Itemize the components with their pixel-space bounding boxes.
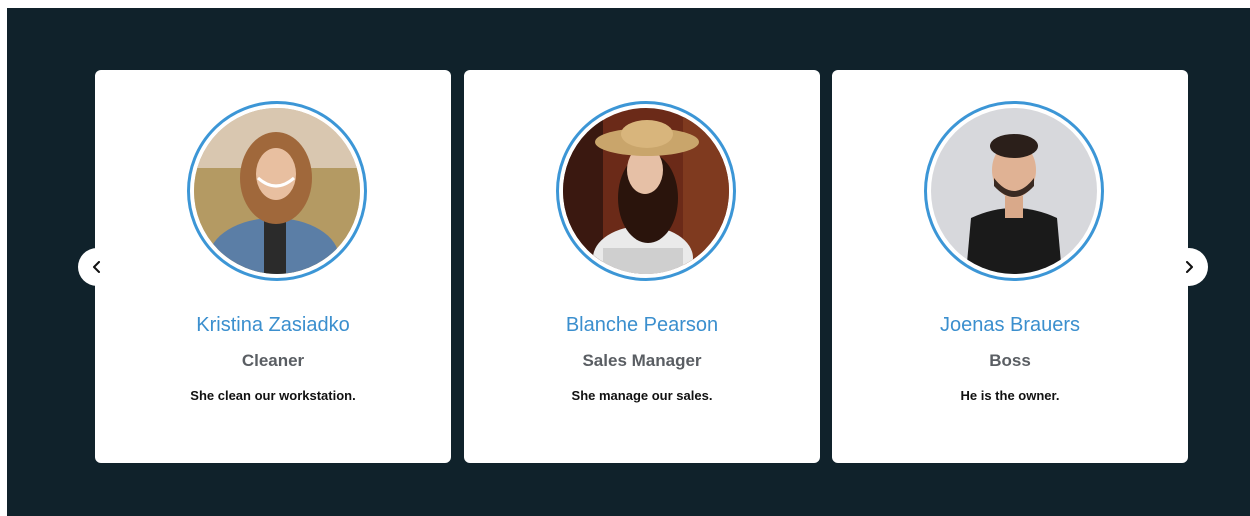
member-name: Kristina Zasiadko xyxy=(196,314,350,336)
team-card: Blanche Pearson Sales Manager She manage… xyxy=(464,70,820,463)
member-role: Sales Manager xyxy=(582,351,702,370)
team-card: Joenas Brauers Boss He is the owner. xyxy=(832,70,1188,463)
next-button[interactable] xyxy=(1170,248,1208,286)
member-name: Joenas Brauers xyxy=(939,314,1081,336)
testimonial-carousel: Kristina Zasiadko Cleaner She clean our … xyxy=(7,8,1250,516)
avatar xyxy=(924,101,1104,281)
member-role: Boss xyxy=(989,351,1031,370)
previous-button[interactable] xyxy=(78,248,116,286)
profile-photo xyxy=(931,108,1097,274)
member-name: Blanche Pearson xyxy=(565,314,719,336)
member-description: She manage our sales. xyxy=(571,388,713,403)
avatar xyxy=(187,101,367,281)
team-card: Kristina Zasiadko Cleaner She clean our … xyxy=(95,70,451,463)
chevron-right-icon xyxy=(1186,261,1193,273)
chevron-left-icon xyxy=(93,261,100,273)
member-description: She clean our workstation. xyxy=(190,388,356,403)
profile-photo xyxy=(563,108,729,274)
profile-photo xyxy=(194,108,360,274)
member-description: He is the owner. xyxy=(960,388,1060,403)
avatar xyxy=(556,101,736,281)
member-role: Cleaner xyxy=(241,351,305,370)
